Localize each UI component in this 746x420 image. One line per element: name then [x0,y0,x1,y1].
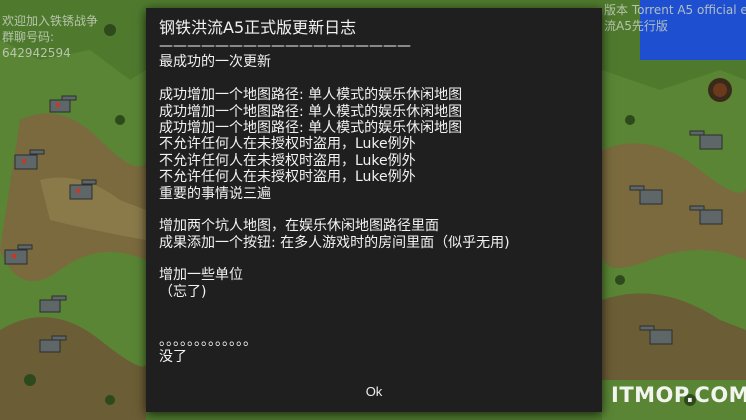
changelog-line: 成功增加一个地图路径: 单人模式的娱乐休闲地图 [159,87,463,104]
ok-button[interactable]: Ok [146,371,602,412]
changelog-line: 最成功的一次更新 [159,54,271,71]
changelog-line: 成功增加一个地图路径: 单人模式的娱乐休闲地图 [159,119,463,136]
changelog-line: 重要的事情说三遍 [159,185,271,202]
background-chat-text: 欢迎加入铁锈战争 群聊号码: 642942594 [2,13,98,61]
changelog-line: 成功增加一个地图路径: 单人模式的娱乐休闲地图 [159,103,463,120]
dialog-title: 钢铁洪流A5正式版更新日志 [159,18,357,37]
changelog-line [159,317,589,333]
background-chat-line: 群聊号码: [2,30,55,44]
changelog-line: 不允许任何人在未授权时盗用，Luke例外 [159,169,416,186]
changelog-line [159,251,589,267]
background-version-line: 版本 Torrent A5 official edition [604,3,746,17]
changelog-line [159,202,589,218]
changelog-line: 不允许任何人在未授权时盗用，Luke例外 [159,136,416,153]
background-chat-line: 欢迎加入铁锈战争 [2,14,99,28]
changelog-line: 不允许任何人在未授权时盗用，Luke例外 [159,152,416,169]
changelog-line: （忘了) [159,283,207,300]
changelog-dialog: 钢铁洪流A5正式版更新日志 —————————————————— 最成功的一次更… [146,8,602,412]
changelog-line: —————————————————— [159,38,411,54]
site-watermark: ITMOP.COM [611,383,746,407]
changelog-line: 增加一些单位 [159,267,243,284]
changelog-line [159,300,589,316]
background-version-line: 流A5先行版 [604,19,668,33]
background-chat-line: 642942594 [2,46,71,60]
changelog-line: 成果添加一个按钮: 在多人游戏时的房间里面（似乎无用) [159,234,510,251]
changelog-body[interactable]: —————————————————— 最成功的一次更新 成功增加一个地图路径: … [159,38,589,368]
background-version-text: 版本 Torrent A5 official edition 流A5先行版 [604,2,746,34]
changelog-line [159,71,589,87]
changelog-line: 。。。。。。。。。。。。。 [159,333,257,350]
changelog-line: 增加两个坑人地图，在娱乐休闲地图路径里面 [159,218,439,235]
changelog-line: 没了 [159,349,187,366]
